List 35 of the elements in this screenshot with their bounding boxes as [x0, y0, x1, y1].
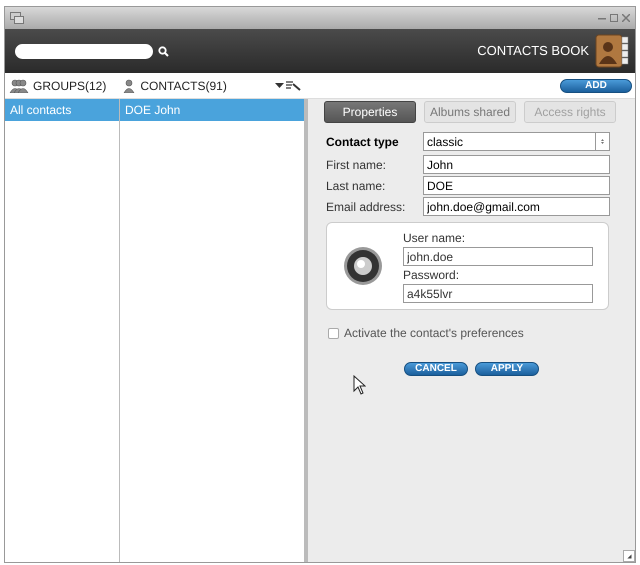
person-icon — [122, 78, 136, 92]
contact-type-select[interactable]: classic — [423, 132, 610, 151]
select-value: classic — [427, 134, 464, 150]
add-button[interactable]: ADD — [560, 78, 632, 92]
contacts-tab[interactable]: CONTACTS(91) — [140, 76, 227, 94]
app-title: CONTACTS BOOK — [477, 42, 589, 60]
apply-button[interactable]: APPLY — [475, 362, 539, 376]
tab[interactable]: Properties — [324, 101, 416, 123]
groups-tab[interactable]: GROUPS(12) — [33, 76, 106, 94]
cursor-icon — [353, 375, 366, 395]
text-field[interactable]: DOE — [423, 176, 610, 195]
checkbox[interactable] — [328, 328, 339, 338]
field-label: Email address: — [326, 198, 406, 216]
checkbox-label: Activate the contact's preferences — [344, 325, 524, 342]
people-icon — [8, 78, 30, 92]
text-field[interactable]: a4k55lvr — [403, 284, 593, 303]
field-label: User name: — [403, 230, 466, 247]
filter-icon[interactable] — [274, 80, 301, 90]
text-field[interactable]: john.doe@gmail.com — [423, 197, 610, 216]
resize-grip-icon[interactable] — [623, 550, 635, 562]
safe-dial-icon — [343, 246, 383, 286]
maximize-icon[interactable] — [610, 14, 618, 22]
text-field[interactable]: john.doe — [403, 247, 593, 266]
cancel-button[interactable]: CANCEL — [404, 362, 468, 376]
field-label: Password: — [403, 267, 460, 284]
text-field[interactable]: John — [423, 155, 610, 174]
app-icon — [10, 12, 24, 24]
close-icon[interactable] — [622, 14, 630, 22]
field-label: Contact type — [326, 134, 400, 150]
field-label: Last name: — [326, 178, 386, 194]
tab[interactable]: Albums shared — [424, 101, 516, 123]
search-field[interactable] — [15, 44, 153, 58]
field-label: First name: — [326, 156, 388, 174]
address-book-icon — [595, 34, 629, 68]
search-icon[interactable] — [158, 46, 169, 56]
